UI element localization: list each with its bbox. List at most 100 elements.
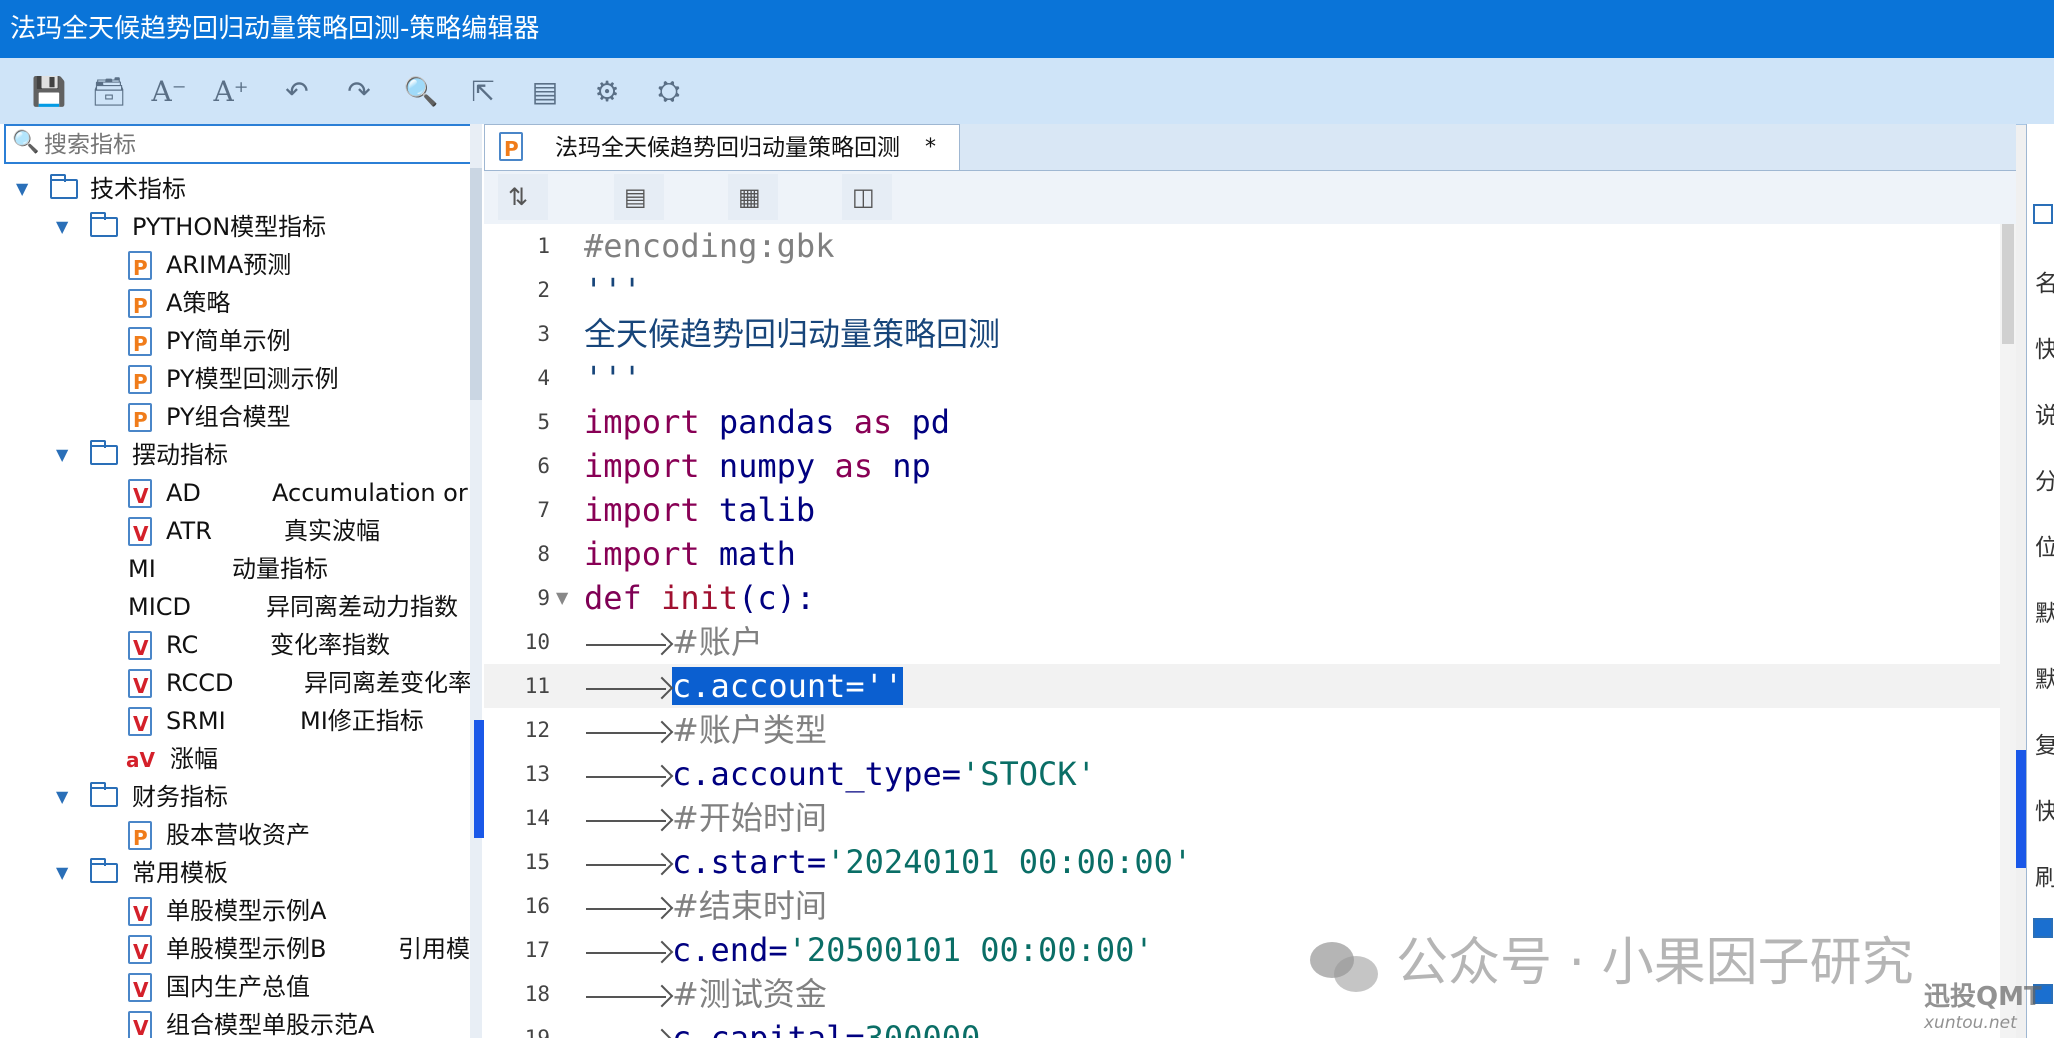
code-text: c.capital=300000 — [584, 1016, 980, 1038]
code-text: ''' — [584, 359, 642, 397]
tree-item[interactable]: V AD Accumulation or — [0, 474, 470, 512]
scrollbar-thumb[interactable] — [2002, 224, 2014, 344]
tab-strategy-file[interactable]: P 法玛全天候趋势回归动量策略回测 * — [484, 124, 960, 170]
code-line[interactable]: 9 ▼ def init(c): — [484, 576, 2000, 620]
python-settings-icon[interactable]: ⛭ — [650, 72, 688, 110]
wechat-icon — [1310, 938, 1380, 994]
expand-right-panel-handle[interactable] — [2016, 750, 2026, 868]
code-line[interactable]: 1 #encoding:gbk — [484, 224, 2000, 268]
code-line[interactable]: 4 ''' — [484, 356, 2000, 400]
tree-item-desc: 动量指标 — [232, 555, 328, 583]
tree-item-label: PY组合模型 — [166, 403, 291, 431]
tree-item-desc: 异同离差动力指数 — [266, 593, 458, 621]
code-text: import pandas as pd — [584, 400, 950, 444]
code-line[interactable]: 8 import math — [484, 532, 2000, 576]
code-text: #测试资金 — [584, 972, 827, 1016]
property-checkbox[interactable] — [2033, 204, 2053, 224]
tree-item[interactable]: P ARIMA预测 — [0, 246, 470, 284]
redo-icon[interactable]: ↷ — [340, 72, 378, 110]
code-line[interactable]: 3 全天候趋势回归动量策略回测 — [484, 312, 2000, 356]
stop-icon: ◫ — [852, 183, 875, 211]
properties-panel: 名 快 说 分 位 默 默 复 快 刷 — [2026, 124, 2054, 1038]
tab-marker — [584, 849, 672, 879]
identifier: math — [718, 535, 796, 573]
tree-item[interactable]: V RC 变化率指数 — [0, 626, 470, 664]
tree-item-desc: 引用模 — [398, 935, 470, 963]
find-icon[interactable]: 🔍 — [402, 72, 440, 110]
code-line[interactable]: 5 import pandas as pd — [484, 400, 2000, 444]
tree-item[interactable]: V SRMI MI修正指标 — [0, 702, 470, 740]
scrollbar-thumb[interactable] — [470, 168, 482, 400]
code-line[interactable]: 10 #账户 — [484, 620, 2000, 664]
tree-group-templates[interactable]: ▼ 常用模板 — [0, 854, 470, 892]
tree-item[interactable]: MICD 异同离差动力指数 — [0, 588, 470, 626]
tree-item[interactable]: aV 涨幅 — [0, 740, 470, 778]
editor-scrollbar[interactable] — [2000, 224, 2016, 1038]
tree-item-desc: 真实波幅 — [284, 517, 380, 545]
tree-item[interactable]: V 单股模型示例B 引用模 — [0, 930, 470, 968]
code-line[interactable]: 14 #开始时间 — [484, 796, 2000, 840]
tree-item-label: SRMI — [166, 707, 226, 735]
tree-item-label: PY简单示例 — [166, 327, 291, 355]
backtest-button[interactable]: ▦回测 — [728, 174, 778, 303]
font-increase-icon[interactable]: A⁺ — [212, 72, 250, 110]
tree-item[interactable]: MI 动量指标 — [0, 550, 470, 588]
run-button[interactable]: ▤运行 — [614, 174, 664, 303]
export-icon[interactable]: ⇱ — [464, 72, 502, 110]
code-line[interactable]: 19 c.capital=300000 — [484, 1016, 2000, 1038]
tree-item-label: RC — [166, 631, 199, 659]
fold-arrow-icon[interactable]: ▼ — [556, 576, 568, 620]
code-line[interactable]: 12 #账户类型 — [484, 708, 2000, 752]
tree-item[interactable]: V 国内生产总值 — [0, 968, 470, 1006]
code-line[interactable]: 6 import numpy as np — [484, 444, 2000, 488]
undo-icon[interactable]: ↶ — [278, 72, 316, 110]
save-icon[interactable]: 💾 — [30, 72, 68, 110]
watermark: 公众号 · 小果因子研究 — [1310, 920, 1914, 995]
tree-item-label: 股本营收资产 — [166, 821, 310, 849]
tree-item[interactable]: V 组合模型单股示范A — [0, 1006, 470, 1038]
identifier: pd — [911, 403, 951, 441]
code-line-current[interactable]: 11 c.account='' — [484, 664, 2000, 708]
tree-group-python[interactable]: ▼ PYTHON模型指标 — [0, 208, 470, 246]
import-icon[interactable]: ▤ — [526, 72, 564, 110]
expand-arrow-icon[interactable]: ▼ — [56, 436, 68, 474]
save-all-icon[interactable]: 🗃 — [90, 72, 128, 110]
compile-button[interactable]: ⇅编译 — [498, 174, 548, 303]
tab-marker — [584, 981, 672, 1011]
tree-item[interactable]: V 单股模型示例A — [0, 892, 470, 930]
code-line[interactable]: 2 ''' — [484, 268, 2000, 312]
property-checkbox-checked[interactable] — [2033, 918, 2053, 938]
selected-text[interactable]: c.account='' — [672, 667, 904, 705]
search-input[interactable] — [42, 128, 466, 162]
expand-arrow-icon[interactable]: ▼ — [56, 778, 68, 816]
stop-button[interactable]: ◫停止 — [842, 174, 892, 303]
code-line[interactable]: 15 c.start='20240101 00:00:00' — [484, 840, 2000, 884]
code-line[interactable]: 7 import talib — [484, 488, 2000, 532]
font-decrease-icon[interactable]: A⁻ — [150, 72, 188, 110]
tree-item[interactable]: P A策略 — [0, 284, 470, 322]
tree-item[interactable]: V ATR 真实波幅 — [0, 512, 470, 550]
tree-item-label: AD — [166, 479, 201, 507]
tree-group-technical[interactable]: ▼ 技术指标 — [0, 170, 470, 208]
tree-item[interactable]: P 股本营收资产 — [0, 816, 470, 854]
expand-arrow-icon[interactable]: ▼ — [56, 208, 68, 246]
formula-file-icon: V — [128, 897, 152, 926]
expand-arrow-icon[interactable]: ▼ — [56, 854, 68, 892]
collapse-panel-handle[interactable] — [474, 720, 484, 838]
code-line[interactable]: 13 c.account_type='STOCK' — [484, 752, 2000, 796]
comment: #开始时间 — [672, 799, 827, 837]
tree-group-finance[interactable]: ▼ 财务指标 — [0, 778, 470, 816]
keyword: import — [584, 535, 700, 573]
tree-item[interactable]: V RCCD 异同离差变化率 — [0, 664, 470, 702]
tree-scrollbar[interactable] — [470, 124, 482, 1038]
keyword: as — [834, 447, 873, 485]
identifier: c.account_type= — [672, 755, 961, 793]
settings-icon[interactable]: ⚙ — [588, 72, 626, 110]
tree-item[interactable]: P PY组合模型 — [0, 398, 470, 436]
expand-arrow-icon[interactable]: ▼ — [16, 170, 28, 208]
tree-item[interactable]: P PY简单示例 — [0, 322, 470, 360]
tree-item-label: MICD — [128, 593, 192, 621]
tree-group-swing[interactable]: ▼ 摆动指标 — [0, 436, 470, 474]
tree-item[interactable]: P PY模型回测示例 — [0, 360, 470, 398]
code-editor[interactable]: 1 #encoding:gbk 2 ''' 3 全天候趋势回归动量策略回测 4 … — [484, 224, 2000, 1038]
